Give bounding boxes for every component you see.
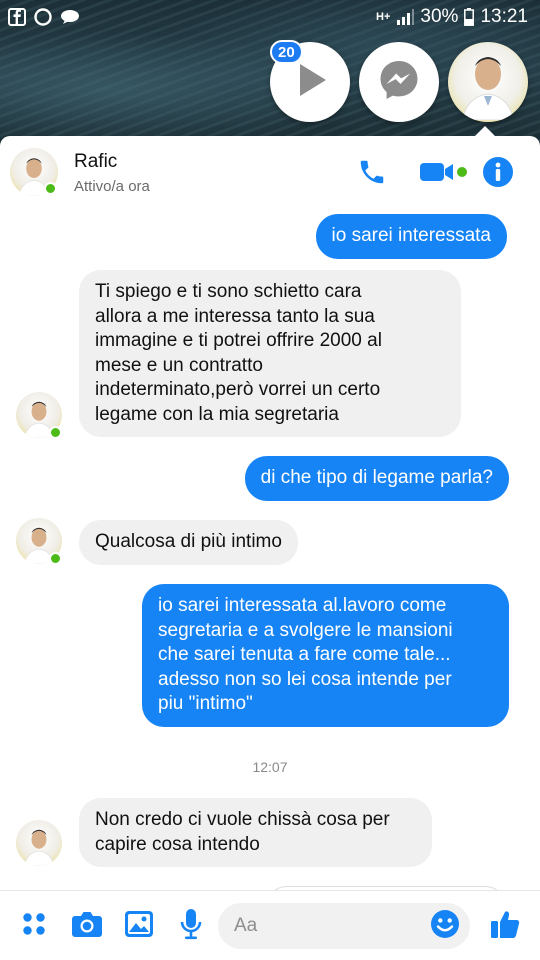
camera-button[interactable] — [70, 909, 104, 943]
status-bar: H+ 30% 13:21 — [0, 0, 540, 34]
apps-icon — [21, 911, 47, 942]
message-bubble-outgoing[interactable]: io sarei interessata — [315, 214, 507, 259]
more-actions-button[interactable] — [17, 909, 51, 943]
contact-photo — [448, 42, 528, 122]
mic-icon — [179, 908, 203, 945]
message-bubble-incoming[interactable]: Qualcosa di più intimo — [79, 520, 298, 565]
like-icon — [489, 908, 521, 945]
sender-avatar — [16, 820, 62, 866]
play-icon — [290, 60, 330, 105]
info-button[interactable] — [480, 156, 516, 192]
chat-head-messenger[interactable] — [359, 42, 439, 122]
clock: 13:21 — [480, 6, 528, 27]
messenger-icon — [376, 57, 422, 108]
signal-icon — [396, 9, 415, 25]
composer-bar — [0, 890, 540, 960]
message-bubble-outgoing[interactable]: di che tipo di legame parla? — [244, 456, 509, 501]
message-bubble-incoming[interactable]: Ti spiego e ti sono schietto cara allora… — [79, 270, 461, 437]
message-thread[interactable]: io sarei interessata Ti spiego e ti sono… — [0, 210, 540, 890]
voice-message-button[interactable] — [174, 908, 208, 945]
contact-status: Attivo/a ora — [74, 178, 150, 195]
call-button[interactable] — [354, 156, 390, 192]
network-type: H+ — [376, 11, 391, 23]
phone-icon — [357, 157, 387, 192]
emoji-icon — [430, 909, 460, 944]
chat-icon — [60, 9, 80, 25]
like-button[interactable] — [488, 909, 522, 943]
message-bubble-incoming[interactable]: Non credo ci vuole chissà cosa per capir… — [79, 798, 432, 867]
gallery-icon — [124, 910, 154, 943]
emoji-button[interactable] — [428, 909, 462, 943]
info-icon — [482, 156, 514, 193]
camera-icon — [71, 910, 103, 943]
message-timestamp: 12:07 — [252, 759, 288, 775]
online-indicator — [49, 552, 62, 565]
video-call-button[interactable] — [416, 156, 470, 192]
unread-badge: 20 — [270, 40, 303, 64]
contact-name[interactable]: Rafic — [74, 151, 117, 173]
facebook-o-icon — [34, 8, 52, 26]
online-indicator — [44, 182, 57, 195]
chat-header: Rafic Attivo/a ora — [0, 136, 540, 210]
message-bubble-outgoing[interactable]: io sarei interessata al.lavoro come segr… — [142, 584, 509, 727]
facebook-icon — [8, 8, 26, 26]
chat-head-contact[interactable] — [448, 42, 528, 122]
online-indicator — [49, 426, 62, 439]
battery-percent: 30% — [420, 6, 459, 27]
gallery-button[interactable] — [122, 909, 156, 943]
video-icon — [418, 159, 468, 190]
battery-icon — [464, 8, 475, 26]
